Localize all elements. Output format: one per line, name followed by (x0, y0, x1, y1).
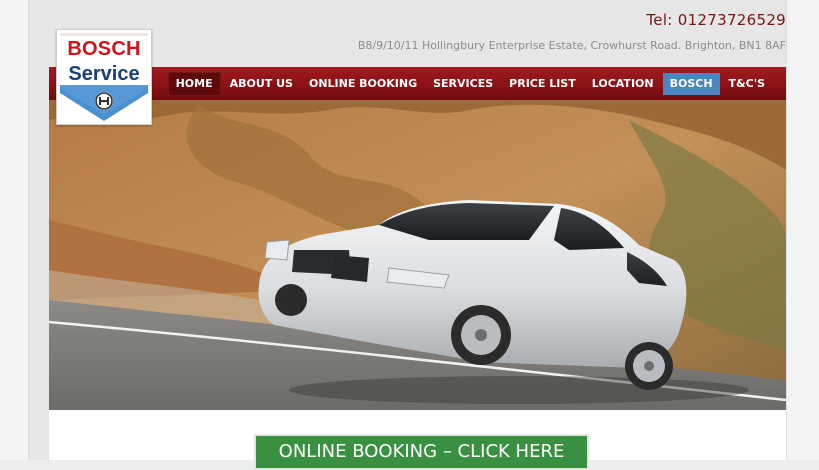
online-booking-cta-button[interactable]: ONLINE BOOKING – CLICK HERE (254, 434, 589, 470)
nav-services[interactable]: SERVICES (426, 73, 500, 95)
hero-car-image (49, 100, 786, 410)
nav-terms[interactable]: T&C'S (722, 73, 772, 95)
nav-price-list[interactable]: PRICE LIST (502, 73, 583, 95)
logo-chevron-shape (60, 85, 148, 121)
nav-location[interactable]: LOCATION (585, 73, 661, 95)
bosch-service-logo[interactable]: BOSCH Service (56, 29, 152, 125)
logo-top-stripe (60, 33, 148, 36)
nav-home[interactable]: HOME (167, 72, 221, 96)
logo-text-service: Service (68, 63, 140, 85)
bosch-armature-icon (95, 92, 113, 110)
nav-online-booking[interactable]: ONLINE BOOKING (302, 73, 424, 95)
nav-bosch[interactable]: BOSCH (662, 73, 720, 95)
hero-banner (49, 100, 786, 410)
main-navigation: HOME ABOUT US ONLINE BOOKING SERVICES PR… (49, 67, 786, 100)
left-gutter (0, 0, 28, 460)
nav-about-us[interactable]: ABOUT US (223, 73, 300, 95)
right-gutter (786, 0, 819, 460)
address-text: B8/9/10/11 Hollingbury Enterprise Estate… (357, 39, 786, 52)
phone-number[interactable]: Tel: 01273726529 (646, 11, 786, 29)
logo-text-bosch: BOSCH (67, 38, 141, 60)
content-area: ONLINE BOOKING – CLICK HERE (49, 410, 786, 470)
